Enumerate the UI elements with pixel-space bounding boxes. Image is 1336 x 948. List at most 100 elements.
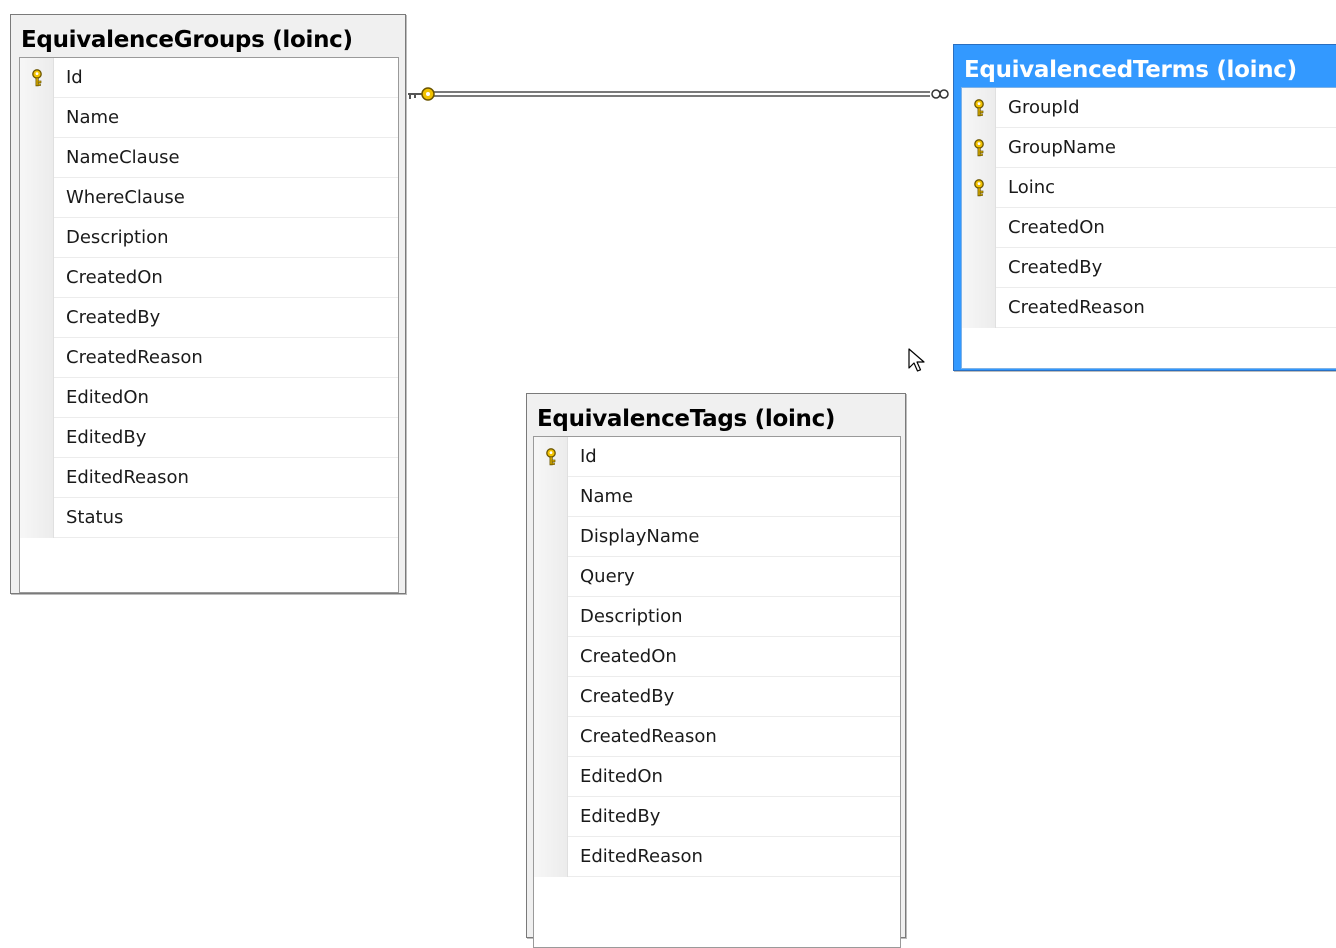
column-row[interactable]: CreatedBy [20, 298, 398, 338]
column-row[interactable]: GroupName [962, 128, 1336, 168]
row-selector[interactable] [534, 557, 568, 597]
column-name: CreatedBy [580, 686, 675, 707]
row-selector[interactable] [20, 378, 54, 418]
column-name: Name [66, 107, 120, 128]
column-row[interactable]: WhereClause [20, 178, 398, 218]
table-equivalence-groups[interactable]: EquivalenceGroups (loinc) Id Name NameClaus… [10, 14, 406, 594]
column-name: EditedReason [66, 467, 189, 488]
column-name: EditedOn [66, 387, 149, 408]
column-name: EditedOn [580, 766, 663, 787]
key-icon [974, 179, 984, 197]
column-name: GroupId [1008, 97, 1080, 118]
column-row[interactable]: Id [534, 437, 900, 477]
column-row[interactable]: Loinc [962, 168, 1336, 208]
column-row[interactable]: CreatedBy [534, 677, 900, 717]
row-selector[interactable] [534, 677, 568, 717]
column-grid: GroupId GroupName Loinc CreatedOn CreatedBy C… [961, 87, 1336, 369]
column-row[interactable]: DisplayName [534, 517, 900, 557]
row-selector[interactable] [534, 437, 568, 477]
column-row[interactable]: EditedBy [534, 797, 900, 837]
column-name: Description [580, 606, 683, 627]
row-selector[interactable] [534, 477, 568, 517]
column-name: CreatedOn [580, 646, 677, 667]
column-name: CreatedReason [66, 347, 203, 368]
row-selector[interactable] [20, 138, 54, 178]
column-name: CreatedOn [66, 267, 163, 288]
column-row[interactable]: EditedReason [20, 458, 398, 498]
column-row[interactable]: Name [534, 477, 900, 517]
column-name: Id [66, 67, 83, 88]
row-selector[interactable] [534, 797, 568, 837]
row-selector[interactable] [962, 208, 996, 248]
row-selector[interactable] [20, 218, 54, 258]
column-name: WhereClause [66, 187, 185, 208]
row-selector[interactable] [534, 757, 568, 797]
column-row[interactable]: CreatedReason [20, 338, 398, 378]
row-selector[interactable] [962, 168, 996, 208]
column-name: Query [580, 566, 635, 587]
column-row[interactable]: CreatedReason [962, 288, 1336, 328]
column-row[interactable]: CreatedOn [534, 637, 900, 677]
row-selector[interactable] [962, 128, 996, 168]
column-row[interactable]: CreatedReason [534, 717, 900, 757]
column-row[interactable]: CreatedOn [962, 208, 1336, 248]
table-title: EquivalenceTags (loinc) [537, 406, 836, 432]
key-icon [974, 139, 984, 157]
column-name: NameClause [66, 147, 180, 168]
column-name: Description [66, 227, 169, 248]
column-name: Status [66, 507, 124, 528]
column-name: DisplayName [580, 526, 700, 547]
row-selector[interactable] [534, 597, 568, 637]
key-icon [32, 69, 42, 87]
table-equivalenced-terms[interactable]: EquivalencedTerms (loinc) GroupId GroupNam… [953, 44, 1336, 371]
column-row[interactable]: GroupId [962, 88, 1336, 128]
row-selector[interactable] [534, 837, 568, 877]
row-selector[interactable] [20, 98, 54, 138]
column-row[interactable]: Description [534, 597, 900, 637]
many-end-infinity-icon [931, 89, 949, 99]
row-selector[interactable] [20, 58, 54, 98]
row-selector[interactable] [20, 298, 54, 338]
row-selector[interactable] [962, 248, 996, 288]
column-row[interactable]: Id [20, 58, 398, 98]
column-name: EditedBy [580, 806, 661, 827]
column-row[interactable]: NameClause [20, 138, 398, 178]
column-grid: Id Name DisplayName Query Description Created… [533, 436, 901, 948]
column-row[interactable]: Name [20, 98, 398, 138]
row-selector[interactable] [534, 717, 568, 757]
column-name: CreatedReason [580, 726, 717, 747]
column-name: CreatedBy [66, 307, 161, 328]
row-selector[interactable] [20, 258, 54, 298]
column-name: Name [580, 486, 634, 507]
one-end-key-icon [408, 87, 435, 101]
row-selector[interactable] [20, 338, 54, 378]
row-selector[interactable] [534, 637, 568, 677]
column-row[interactable]: Query [534, 557, 900, 597]
column-row[interactable]: Status [20, 498, 398, 538]
column-name: CreatedOn [1008, 217, 1105, 238]
column-name: EditedBy [66, 427, 147, 448]
table-title: EquivalencedTerms (loinc) [964, 57, 1297, 83]
column-grid: Id Name NameClause WhereClause Description Cr… [19, 57, 399, 593]
key-icon [546, 448, 556, 466]
table-equivalence-tags[interactable]: EquivalenceTags (loinc) Id Name DisplayName… [526, 393, 906, 948]
column-row[interactable]: Description [20, 218, 398, 258]
row-selector[interactable] [20, 498, 54, 538]
table-title: EquivalenceGroups (loinc) [21, 27, 353, 53]
column-row[interactable]: CreatedBy [962, 248, 1336, 288]
column-row[interactable]: EditedOn [534, 757, 900, 797]
key-icon [974, 99, 984, 117]
column-row[interactable]: EditedBy [20, 418, 398, 458]
row-selector[interactable] [534, 517, 568, 557]
row-selector[interactable] [20, 418, 54, 458]
row-selector[interactable] [962, 288, 996, 328]
column-row[interactable]: EditedOn [20, 378, 398, 418]
row-selector[interactable] [20, 458, 54, 498]
column-name: CreatedBy [1008, 257, 1103, 278]
column-name: GroupName [1008, 137, 1116, 158]
column-row[interactable]: EditedReason [534, 837, 900, 877]
row-selector[interactable] [20, 178, 54, 218]
column-row[interactable]: CreatedOn [20, 258, 398, 298]
row-selector[interactable] [962, 88, 996, 128]
mouse-pointer-icon [908, 348, 925, 372]
